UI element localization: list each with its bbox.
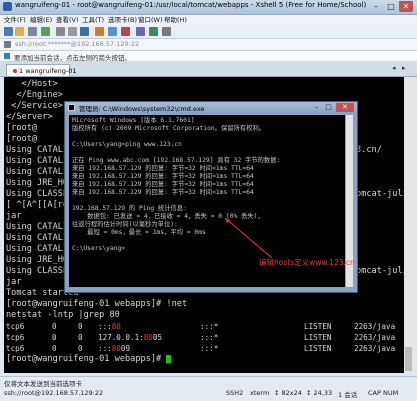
keyboard-state-label: CAP NUM <box>368 389 399 397</box>
terminal-size-label: ↕ 82x24 <box>274 389 302 397</box>
xshell-window: wangruifeng-01 - root@wangruifeng-01:/us… <box>0 0 417 401</box>
terminal-type-label: xterm <box>250 389 270 397</box>
cursor-position-label: ↕ 24,33 <box>306 389 333 397</box>
protocol-label: SSH2 <box>226 389 244 397</box>
connection-text: ssh://root@192.168.57.129:22 <box>4 389 104 397</box>
send-mode-text[interactable]: 仅将文本发送到当前选项卡 <box>4 378 82 388</box>
annotation-label: 编辑hosts定义www.123.cn <box>259 258 355 267</box>
session-count-label: 1 会话 <box>338 391 358 399</box>
annotation-arrow <box>224 217 273 259</box>
status-bar: 仅将文本发送到当前选项卡 ssh://root@192.168.57.129:2… <box>0 376 417 401</box>
